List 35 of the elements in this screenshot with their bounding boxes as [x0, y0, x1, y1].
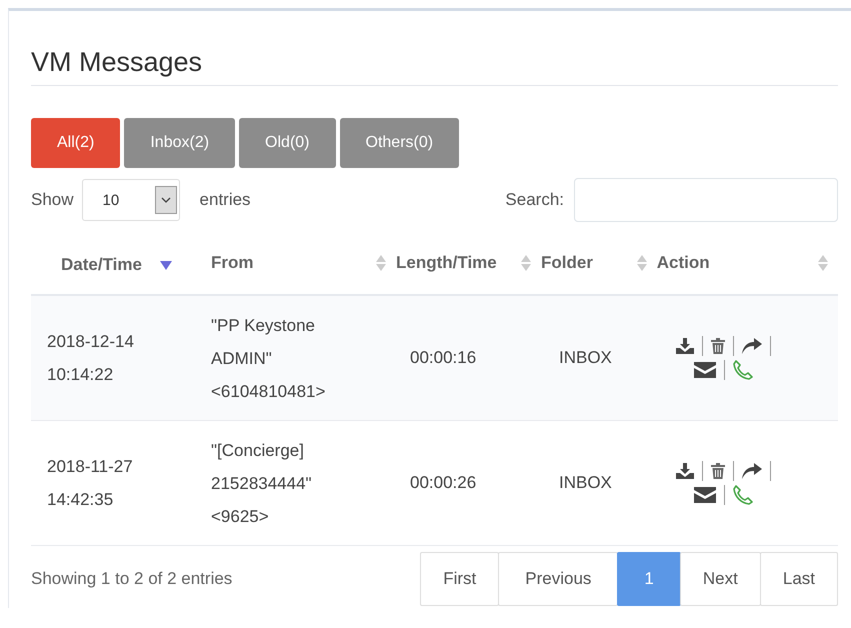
date-time-cell-text: 2018-12-14 10:14:22 [47, 331, 134, 386]
phone-icon[interactable] [733, 360, 754, 380]
length-cell: 00:00:16 [410, 348, 476, 367]
entries-select[interactable]: 10 [82, 179, 180, 221]
search-field[interactable] [574, 178, 838, 222]
entries-label: entries [200, 190, 251, 210]
page-button[interactable]: First [420, 552, 500, 606]
filter-button[interactable]: Old(0) [239, 118, 336, 168]
filter-button[interactable]: Others(0) [340, 118, 460, 168]
forward-icon[interactable] [742, 463, 762, 479]
length-cell: 00:00:26 [410, 473, 476, 492]
folder-cell: INBOX [559, 348, 612, 367]
entries-info: Showing 1 to 2 of 2 entries [31, 569, 232, 589]
envelope-icon[interactable] [694, 487, 716, 503]
caret-icon [154, 186, 177, 214]
download-icon[interactable] [676, 463, 694, 479]
folder-cell: INBOX [559, 473, 612, 492]
date-time-cell-text: 2018-11-27 14:42:35 [47, 456, 133, 511]
filter-button[interactable]: All(2) [31, 118, 120, 168]
trash-icon[interactable] [711, 338, 726, 354]
from-cell-text: "[Concierge] 2152834444" <9625> [211, 440, 312, 528]
panel-title: VM Messages [31, 46, 204, 79]
show-label: Show [31, 190, 74, 210]
page-button[interactable]: Next [680, 552, 761, 606]
envelope-icon[interactable] [694, 362, 716, 378]
phone-icon[interactable] [733, 485, 754, 505]
download-icon[interactable] [676, 338, 694, 354]
page-button[interactable]: Last [760, 552, 838, 606]
page-button[interactable]: 1 [617, 552, 681, 606]
forward-icon[interactable] [742, 338, 762, 354]
page-button[interactable]: Previous [498, 552, 618, 606]
from-cell-text: "PP Keystone ADMIN" <6104810481> [211, 314, 326, 402]
search-label: Search: [505, 190, 564, 210]
trash-icon[interactable] [711, 463, 726, 479]
filter-button[interactable]: Inbox(2) [124, 118, 236, 168]
